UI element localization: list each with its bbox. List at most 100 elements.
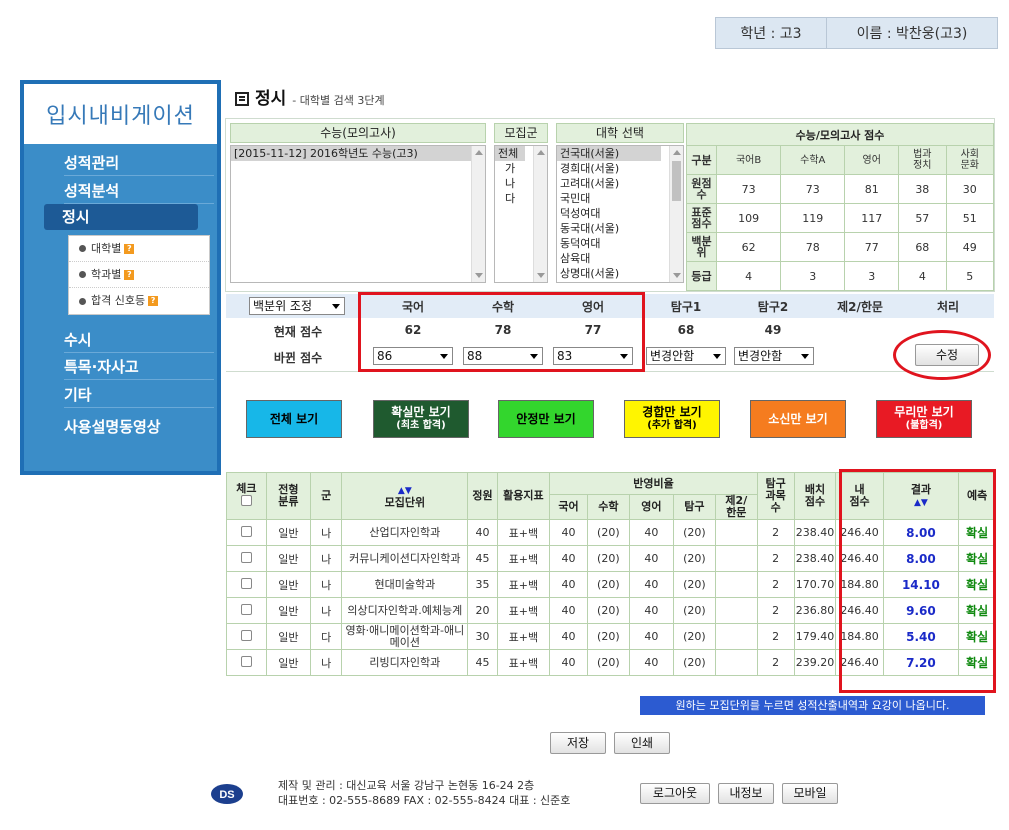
row-checkbox[interactable]: [240, 551, 252, 563]
submenu-item-pass-signal[interactable]: 합격 신호등?: [69, 288, 209, 314]
filter-belief-button[interactable]: 소신만 보기: [750, 400, 846, 438]
cell-quota: 40: [467, 519, 498, 546]
group-listbox[interactable]: 전체 가 나 다: [494, 145, 548, 283]
sidebar-logo[interactable]: 입시내비게이션: [24, 84, 217, 144]
page-title: 정시: [255, 89, 287, 109]
cell-quota: 35: [467, 571, 498, 598]
scrollbar[interactable]: [669, 146, 683, 282]
sidebar-item-regular-admission[interactable]: 정시: [44, 204, 198, 230]
help-icon[interactable]: ?: [148, 296, 159, 306]
cell-unit[interactable]: 의상디자인학과.예체능계: [341, 597, 469, 624]
sidebar-item-score-management[interactable]: 성적관리: [64, 150, 214, 176]
cell-unit[interactable]: 영화·애니메이션학과-애니메이션: [341, 623, 469, 650]
sidebar-item-etc[interactable]: 기타: [64, 382, 214, 408]
score-cell: 3: [780, 261, 846, 291]
user-grade: 학년 : 고3: [716, 18, 827, 48]
score-cell: 68: [898, 232, 947, 262]
save-button[interactable]: 저장: [550, 732, 606, 754]
filter-all-button[interactable]: 전체 보기: [246, 400, 342, 438]
univ-option[interactable]: 삼육대: [557, 251, 683, 266]
cell-check: [226, 649, 267, 676]
sidebar-item-score-analysis[interactable]: 성적분석: [64, 178, 214, 204]
row-checkbox[interactable]: [240, 525, 252, 537]
select-all-checkbox[interactable]: [240, 495, 252, 506]
univ-option[interactable]: 경희대(서울): [557, 161, 683, 176]
score-cell: 119: [780, 203, 846, 233]
my-info-button[interactable]: 내정보: [718, 783, 774, 804]
changed-score-inquiry1-select[interactable]: 변경안함: [646, 347, 726, 365]
cell-math: (20): [586, 649, 630, 676]
cell-unit[interactable]: 산업디자인학과: [341, 519, 469, 546]
user-info-box: 학년 : 고3 이름 : 박찬웅(고3): [715, 17, 998, 49]
cell-eng: 40: [628, 597, 674, 624]
current-score-inquiry1: 68: [677, 323, 695, 337]
company-logo-icon: DS: [211, 784, 243, 804]
cell-type: 일반: [265, 519, 311, 546]
scrollbar[interactable]: [533, 146, 547, 282]
row-checkbox[interactable]: [240, 603, 252, 615]
submenu-item-by-department[interactable]: 학과별?: [69, 262, 209, 288]
help-icon[interactable]: ?: [124, 243, 135, 254]
row-checkbox[interactable]: [240, 577, 252, 589]
adjust-mode-label: 백분위 조정: [253, 299, 313, 313]
scrollbar[interactable]: [471, 146, 485, 282]
cell-inq-count: 2: [756, 649, 795, 676]
changed-score-inquiry2-select[interactable]: 변경안함: [734, 347, 814, 365]
exam-header: 수능(모의고사): [230, 123, 486, 143]
score-table-header: 수능/모의고사 점수: [686, 123, 994, 146]
univ-header: 대학 선택: [556, 123, 684, 143]
row-checkbox[interactable]: [240, 655, 252, 667]
col-unit[interactable]: ▲▼ 모집단위: [341, 472, 469, 520]
univ-option[interactable]: 동덕여대: [557, 236, 683, 251]
select-value: 변경안함: [650, 349, 695, 363]
cell-inq-count: 2: [756, 519, 795, 546]
company-logo-text: DS: [219, 789, 234, 801]
cell-index: 표+백: [496, 571, 551, 598]
univ-option[interactable]: 동국대(서울): [557, 221, 683, 236]
cell-second: [714, 571, 758, 598]
univ-option[interactable]: 국민대: [557, 191, 683, 206]
notice-banner: 원하는 모집단위를 누르면 성적산출내역과 요강이 나옵니다.: [640, 696, 985, 715]
cell-max: 236.80: [793, 597, 837, 624]
help-icon[interactable]: ?: [124, 269, 135, 280]
mobile-button[interactable]: 모바일: [782, 783, 838, 804]
sidebar-item-special-school[interactable]: 특목·자사고: [64, 354, 214, 380]
cell-check: [226, 623, 267, 650]
bullet-icon: [79, 271, 86, 278]
logout-button[interactable]: 로그아웃: [640, 783, 710, 804]
sidebar-item-tutorial-video[interactable]: 사용설명동영상: [64, 414, 214, 440]
cell-unit[interactable]: 커뮤니케이션디자인학과: [341, 545, 469, 572]
filter-stable-button[interactable]: 안정만 보기: [498, 400, 594, 438]
submenu-item-by-university[interactable]: 대학별?: [69, 236, 209, 262]
col-eng: 영어: [628, 494, 674, 520]
cell-type: 일반: [265, 623, 311, 650]
univ-option[interactable]: 상명대(서울): [557, 266, 683, 281]
sidebar-item-early-admission[interactable]: 수시: [64, 327, 214, 353]
cell-kor: 40: [549, 545, 588, 572]
filter-label: 전체 보기: [269, 412, 319, 426]
filter-unreasonable-button[interactable]: 무리만 보기 (불합격): [876, 400, 972, 438]
univ-option[interactable]: 덕성여대: [557, 206, 683, 221]
filter-sublabel: (불합격): [905, 420, 943, 431]
score-cell: 109: [715, 203, 782, 233]
filter-sublabel: (최초 합격): [396, 420, 446, 431]
print-button[interactable]: 인쇄: [614, 732, 670, 754]
univ-option[interactable]: 고려대(서울): [557, 176, 683, 191]
exam-option[interactable]: [2015-11-12] 2016학년도 수능(고3): [231, 146, 485, 161]
group-option[interactable]: 전체: [495, 146, 525, 161]
score-col-header: 수학A: [780, 145, 846, 175]
adjust-mode-select[interactable]: 백분위 조정: [249, 297, 345, 315]
cell-unit[interactable]: 리빙디자인학과: [341, 649, 469, 676]
cell-check: [226, 597, 267, 624]
cell-math: (20): [586, 623, 630, 650]
row-checkbox[interactable]: [240, 629, 252, 641]
filter-competitive-button[interactable]: 경합만 보기 (추가 합격): [624, 400, 720, 438]
cell-kor: 40: [549, 649, 588, 676]
col-type: 전형 분류: [265, 472, 311, 520]
filter-certain-button[interactable]: 확실만 보기 (최초 합격): [373, 400, 469, 438]
submenu-label: 대학별: [91, 241, 122, 255]
cell-unit[interactable]: 현대미술학과: [341, 571, 469, 598]
univ-option[interactable]: 건국대(서울): [557, 146, 661, 161]
exam-listbox[interactable]: [2015-11-12] 2016학년도 수능(고3): [230, 145, 486, 283]
univ-listbox[interactable]: 건국대(서울) 경희대(서울) 고려대(서울) 국민대 덕성여대 동국대(서울)…: [556, 145, 684, 283]
